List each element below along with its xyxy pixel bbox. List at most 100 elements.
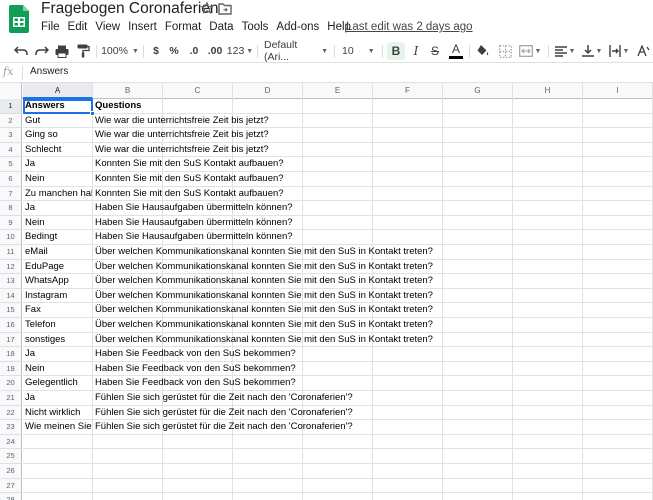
strikethrough-button[interactable]: S xyxy=(427,42,443,60)
row-header[interactable]: 22 xyxy=(0,405,22,421)
column-header-g[interactable]: G xyxy=(443,83,513,99)
cell-empty[interactable] xyxy=(443,376,513,391)
google-sheets-logo-icon[interactable] xyxy=(9,5,29,33)
cell-answer[interactable] xyxy=(23,478,93,494)
menu-add-ons[interactable]: Add-ons xyxy=(272,20,323,36)
cell-empty[interactable] xyxy=(583,449,653,464)
cell-empty[interactable] xyxy=(583,478,653,494)
row-header[interactable]: 3 xyxy=(0,128,22,143)
row-header[interactable]: 15 xyxy=(0,303,22,318)
cell-empty[interactable] xyxy=(583,361,653,377)
cell-empty[interactable] xyxy=(303,201,373,216)
cell-question[interactable]: Über welchen Kommunikationskanal konnten… xyxy=(93,288,433,304)
cell-empty[interactable] xyxy=(443,420,513,435)
cell-question[interactable] xyxy=(93,464,163,479)
cell-empty[interactable] xyxy=(513,245,583,260)
print-icon[interactable] xyxy=(53,42,71,60)
cell-empty[interactable] xyxy=(373,128,443,143)
cell-question[interactable] xyxy=(93,493,163,500)
italic-button[interactable]: I xyxy=(408,42,424,60)
cell-answer[interactable]: Ja xyxy=(23,157,93,172)
cell-empty[interactable] xyxy=(513,318,583,333)
text-color-button[interactable]: A xyxy=(447,42,465,60)
cell-empty[interactable] xyxy=(373,230,443,245)
cell-empty[interactable] xyxy=(443,405,513,421)
cell-answer[interactable]: Answers xyxy=(23,99,93,114)
cell-empty[interactable] xyxy=(373,391,443,406)
cell-answer[interactable]: Fax xyxy=(23,303,93,318)
cell-empty[interactable] xyxy=(583,405,653,421)
horizontal-align-icon[interactable]: ▼ xyxy=(553,42,577,60)
cell-empty[interactable] xyxy=(303,172,373,187)
cell-empty[interactable] xyxy=(513,259,583,275)
cell-empty[interactable] xyxy=(513,420,583,435)
column-header-f[interactable]: F xyxy=(373,83,443,99)
cell-empty[interactable] xyxy=(513,142,583,158)
cell-empty[interactable] xyxy=(373,405,443,421)
cell-answer[interactable]: Ja xyxy=(23,347,93,362)
cell-empty[interactable] xyxy=(443,201,513,216)
cell-empty[interactable] xyxy=(373,113,443,129)
cell-answer[interactable]: Gut xyxy=(23,113,93,129)
row-header[interactable]: 7 xyxy=(0,186,22,202)
cell-answer[interactable]: Zu manchen haben wir Kontakt xyxy=(23,186,93,202)
row-header[interactable]: 24 xyxy=(0,434,22,450)
cell-empty[interactable] xyxy=(233,434,303,450)
cell-empty[interactable] xyxy=(583,464,653,479)
cell-empty[interactable] xyxy=(583,420,653,435)
vertical-align-icon[interactable]: ▼ xyxy=(580,42,604,60)
cell-empty[interactable] xyxy=(373,142,443,158)
cell-answer[interactable]: Wie meinen Sie das? xyxy=(23,420,93,435)
cell-answer[interactable]: Gelegentlich xyxy=(23,376,93,391)
bold-button[interactable]: B xyxy=(387,42,405,60)
more-formats-select[interactable]: 123 ▼ xyxy=(227,42,253,60)
cell-empty[interactable] xyxy=(513,434,583,450)
cell-empty[interactable] xyxy=(583,303,653,318)
cell-question[interactable]: Wie war die unterrichtsfreie Zeit bis je… xyxy=(93,142,269,158)
row-header[interactable]: 17 xyxy=(0,332,22,348)
cell-empty[interactable] xyxy=(373,493,443,500)
cell-empty[interactable] xyxy=(373,172,443,187)
column-header-b[interactable]: B xyxy=(93,83,163,99)
row-header[interactable]: 1 xyxy=(0,99,22,114)
fill-color-icon[interactable] xyxy=(474,42,492,60)
cell-answer[interactable]: Nein xyxy=(23,172,93,187)
cell-empty[interactable] xyxy=(303,361,373,377)
cell-empty[interactable] xyxy=(163,449,233,464)
cell-empty[interactable] xyxy=(443,99,513,114)
cell-empty[interactable] xyxy=(583,157,653,172)
cell-empty[interactable] xyxy=(373,434,443,450)
cell-empty[interactable] xyxy=(373,201,443,216)
cell-question[interactable]: Wie war die unterrichtsfreie Zeit bis je… xyxy=(93,128,269,143)
cell-question[interactable]: Questions xyxy=(93,99,163,114)
cell-empty[interactable] xyxy=(373,186,443,202)
cell-empty[interactable] xyxy=(583,391,653,406)
cell-empty[interactable] xyxy=(233,464,303,479)
row-header[interactable]: 4 xyxy=(0,142,22,158)
cell-empty[interactable] xyxy=(303,128,373,143)
cell-empty[interactable] xyxy=(443,464,513,479)
row-header[interactable]: 6 xyxy=(0,172,22,187)
cell-answer[interactable] xyxy=(23,434,93,450)
cell-empty[interactable] xyxy=(583,99,653,114)
move-to-folder-icon[interactable] xyxy=(218,2,232,15)
menu-edit[interactable]: Edit xyxy=(64,20,92,36)
row-header[interactable]: 21 xyxy=(0,391,22,406)
menu-file[interactable]: File xyxy=(37,20,64,36)
text-rotation-icon[interactable] xyxy=(634,42,652,60)
cell-empty[interactable] xyxy=(303,464,373,479)
cell-empty[interactable] xyxy=(513,113,583,129)
cell-empty[interactable] xyxy=(303,478,373,494)
row-header[interactable]: 28 xyxy=(0,493,22,500)
cell-empty[interactable] xyxy=(443,157,513,172)
cell-empty[interactable] xyxy=(583,493,653,500)
cell-empty[interactable] xyxy=(443,449,513,464)
decrease-decimal-button[interactable]: .0 xyxy=(186,42,202,60)
cell-empty[interactable] xyxy=(513,332,583,348)
cell-answer[interactable]: Ja xyxy=(23,391,93,406)
row-header[interactable]: 14 xyxy=(0,288,22,304)
cell-empty[interactable] xyxy=(373,376,443,391)
cell-empty[interactable] xyxy=(303,157,373,172)
cell-empty[interactable] xyxy=(443,128,513,143)
cell-empty[interactable] xyxy=(513,99,583,114)
